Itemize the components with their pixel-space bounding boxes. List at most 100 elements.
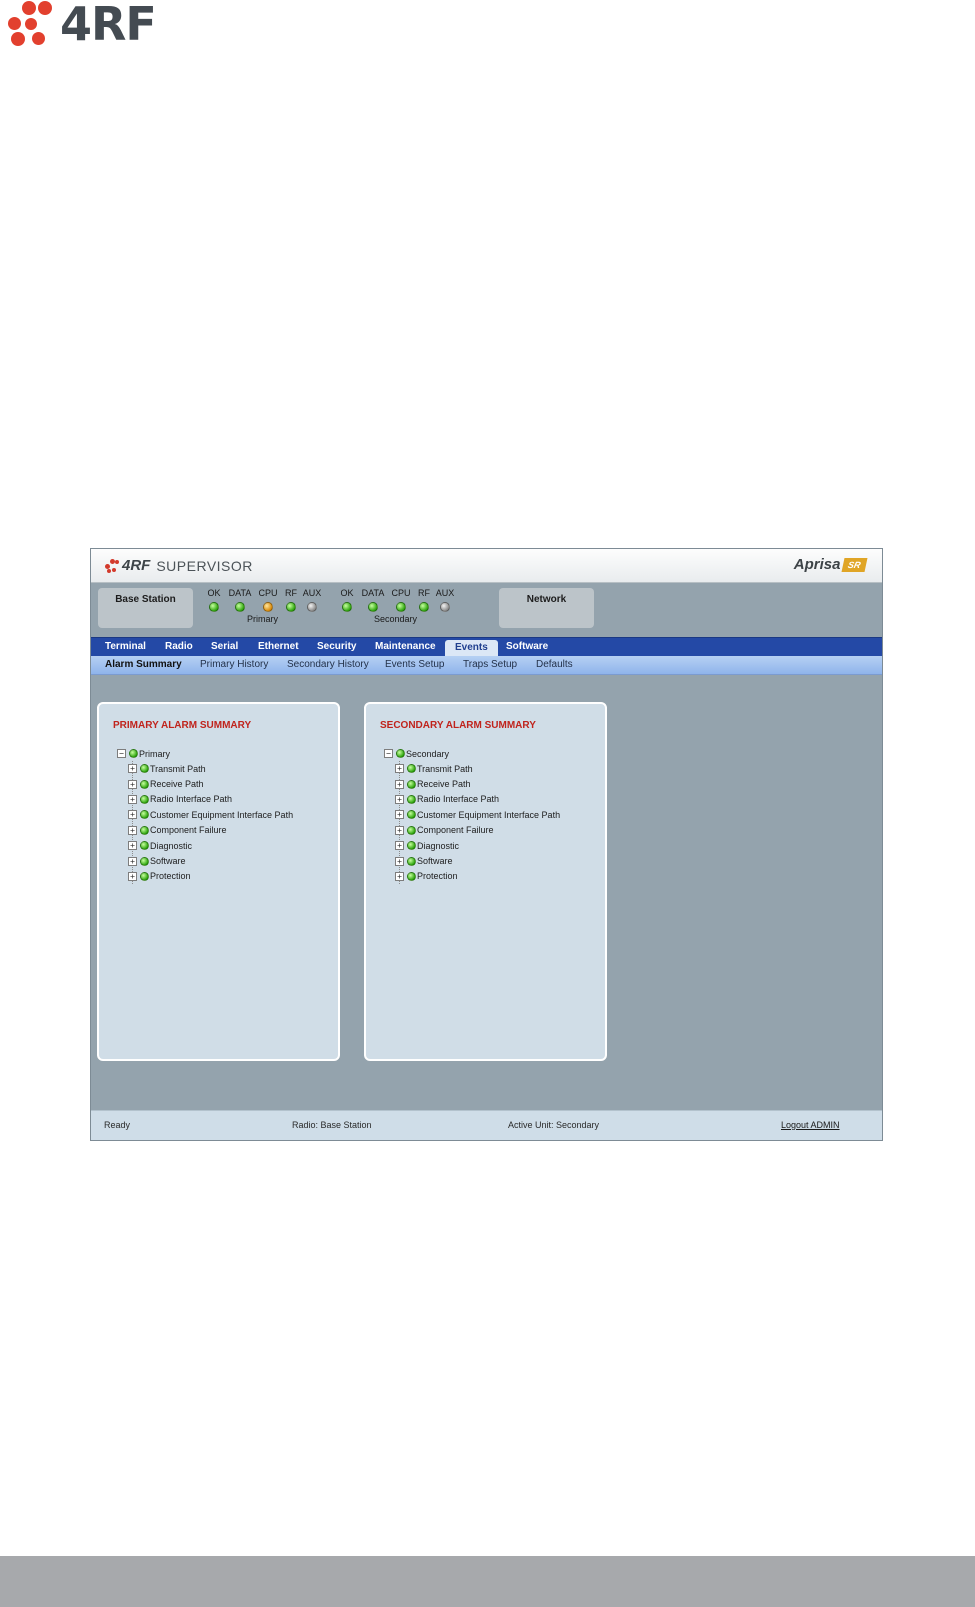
primary-tree: − Primary + Transmit Path + Receive Path + Ra… [117, 746, 293, 885]
network-box[interactable]: Network [499, 588, 594, 628]
tree-root-label: Secondary [406, 748, 450, 759]
supervisor-window: 4RF SUPERVISOR Aprisa SR Base Station OK… [90, 548, 883, 1141]
tree-node-label: Software [417, 856, 453, 867]
tree-node-label: Radio Interface Path [417, 794, 500, 805]
status-radio: Radio: Base Station [292, 1120, 372, 1130]
tree-node-diagnostic[interactable]: + Diagnostic [128, 838, 293, 853]
tree-node-customer-equipment-interface-path[interactable]: + Customer Equipment Interface Path [128, 807, 293, 822]
tree-root-primary[interactable]: − Primary [117, 746, 293, 761]
tree-node-label: Receive Path [417, 779, 471, 790]
expand-icon[interactable]: + [395, 810, 404, 820]
tab-events[interactable]: Events [445, 640, 498, 657]
expand-icon[interactable]: + [128, 810, 137, 820]
led-indicator-icon [396, 602, 406, 612]
expand-icon[interactable]: + [128, 764, 137, 774]
footer-bar [0, 1556, 975, 1607]
status-led-icon [140, 794, 149, 804]
tree-node-protection[interactable]: + Protection [128, 869, 293, 884]
expand-icon[interactable]: + [395, 825, 404, 835]
expand-icon[interactable]: + [395, 764, 404, 774]
status-led-icon [140, 825, 149, 835]
status-ready: Ready [104, 1120, 131, 1130]
subtab-events-setup[interactable]: Events Setup [385, 659, 444, 670]
tab-security[interactable]: Security [317, 638, 356, 657]
led-indicator-icon [342, 602, 352, 612]
status-led-icon [140, 810, 149, 820]
expand-icon[interactable]: + [128, 794, 137, 804]
tree-node-protection[interactable]: + Protection [395, 869, 560, 884]
tab-maintenance[interactable]: Maintenance [375, 638, 436, 657]
led-label: AUX [435, 588, 455, 598]
led-aux: AUX [430, 588, 460, 617]
subtab-traps-setup[interactable]: Traps Setup [463, 659, 517, 670]
led-label: DATA [228, 588, 252, 598]
tree-node-label: Protection [417, 871, 458, 882]
collapse-icon[interactable]: − [384, 749, 393, 758]
product-name: SUPERVISOR [156, 557, 253, 574]
tree-node-radio-interface-path[interactable]: + Radio Interface Path [395, 792, 560, 807]
expand-icon[interactable]: + [128, 856, 137, 866]
subtab-defaults[interactable]: Defaults [536, 659, 573, 670]
primary-alarm-panel: PRIMARY ALARM SUMMARY − Primary + Transmi… [97, 702, 340, 1061]
status-led-icon [407, 871, 416, 881]
status-led-icon [140, 779, 149, 789]
led-aux: AUX [297, 588, 327, 617]
expand-icon[interactable]: + [128, 841, 137, 851]
status-led-icon [140, 764, 149, 774]
tab-terminal[interactable]: Terminal [105, 638, 146, 657]
app-logo: 4RF SUPERVISOR [105, 557, 253, 574]
status-led-icon [407, 779, 416, 789]
led-indicator-icon [419, 602, 429, 612]
tree-node-software[interactable]: + Software [128, 853, 293, 868]
status-active-unit: Active Unit: Secondary [508, 1120, 600, 1130]
primary-tree-children: + Transmit Path + Receive Path + Radio Interf… [128, 761, 293, 885]
primary-alarm-title: PRIMARY ALARM SUMMARY [113, 720, 252, 731]
tree-node-customer-equipment-interface-path[interactable]: + Customer Equipment Interface Path [395, 807, 561, 822]
secondary-alarm-title: SECONDARY ALARM SUMMARY [380, 720, 536, 731]
expand-icon[interactable]: + [395, 794, 404, 804]
expand-icon[interactable]: + [395, 856, 404, 866]
tree-node-label: Component Failure [150, 825, 227, 836]
tree-node-transmit-path[interactable]: + Transmit Path [128, 761, 293, 776]
expand-icon[interactable]: + [128, 779, 137, 789]
expand-icon[interactable]: + [128, 871, 137, 881]
primary-caption: Primary [247, 614, 278, 624]
led-indicator-icon [286, 602, 296, 612]
status-led-icon [407, 764, 416, 774]
logo-dots-icon [8, 1, 54, 47]
logout-link[interactable]: Logout ADMIN [781, 1120, 840, 1130]
secondary-caption: Secondary [374, 614, 418, 624]
tree-node-component-failure[interactable]: + Component Failure [395, 823, 560, 838]
tree-node-radio-interface-path[interactable]: + Radio Interface Path [128, 792, 293, 807]
tab-radio[interactable]: Radio [165, 638, 193, 657]
expand-icon[interactable]: + [395, 871, 404, 881]
subtab-primary-history[interactable]: Primary History [200, 659, 268, 670]
expand-icon[interactable]: + [395, 779, 404, 789]
tree-node-diagnostic[interactable]: + Diagnostic [395, 838, 560, 853]
led-indicator-icon [440, 602, 450, 612]
title-bar: 4RF SUPERVISOR Aprisa SR [91, 549, 882, 583]
tree-node-receive-path[interactable]: + Receive Path [128, 776, 293, 791]
subtab-secondary-history[interactable]: Secondary History [287, 659, 369, 670]
tree-node-label: Customer Equipment Interface Path [417, 809, 561, 820]
tree-node-component-failure[interactable]: + Component Failure [128, 823, 293, 838]
tree-node-transmit-path[interactable]: + Transmit Path [395, 761, 560, 776]
expand-icon[interactable]: + [128, 825, 137, 835]
tab-software[interactable]: Software [506, 638, 548, 657]
led-indicator-icon [209, 602, 219, 612]
brand-dots-icon [105, 558, 119, 573]
expand-icon[interactable]: + [395, 841, 404, 851]
tree-node-software[interactable]: + Software [395, 853, 560, 868]
status-led-icon [140, 841, 149, 851]
aprisa-logo: Aprisa SR [794, 556, 868, 573]
collapse-icon[interactable]: − [117, 749, 126, 758]
tree-root-secondary[interactable]: − Secondary [384, 746, 560, 761]
tree-node-receive-path[interactable]: + Receive Path [395, 776, 560, 791]
tab-serial[interactable]: Serial [211, 638, 238, 657]
status-led-icon [407, 841, 416, 851]
status-led-icon [407, 825, 416, 835]
base-station-box[interactable]: Base Station [98, 588, 193, 628]
tab-ethernet[interactable]: Ethernet [258, 638, 299, 657]
subtab-alarm-summary[interactable]: Alarm Summary [105, 659, 182, 670]
status-led-icon [129, 749, 138, 758]
